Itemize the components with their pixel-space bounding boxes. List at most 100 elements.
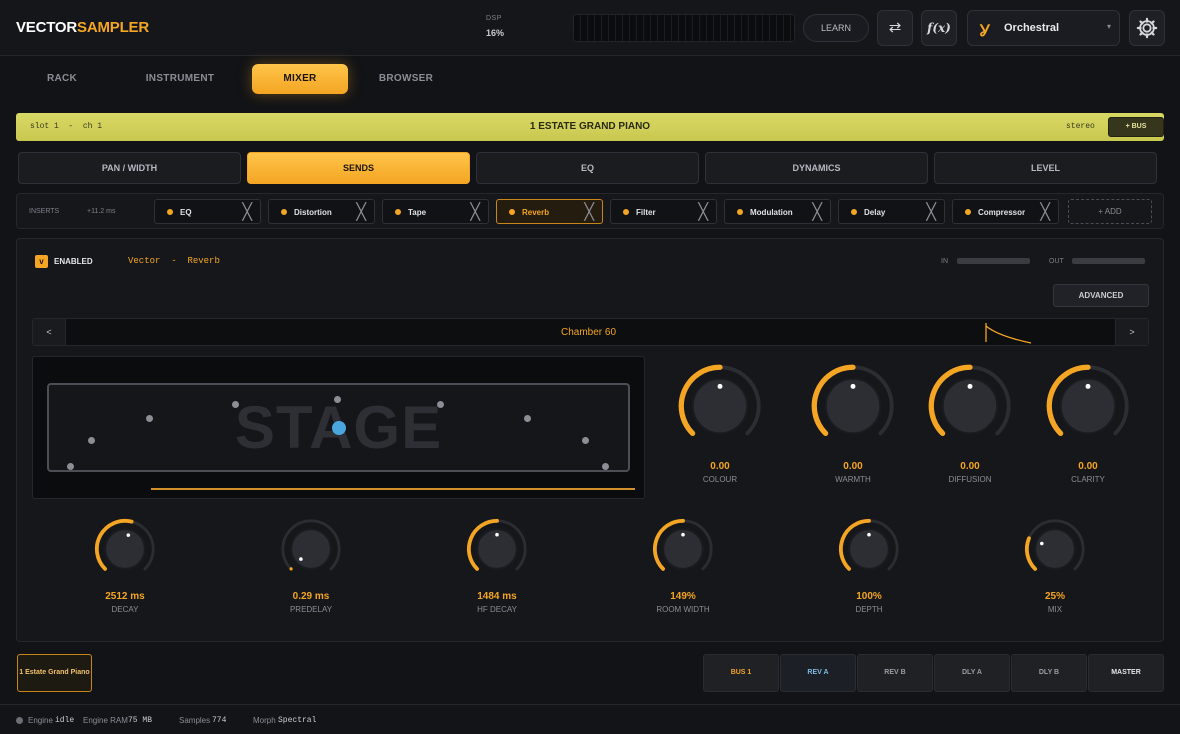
advanced-button[interactable]: ADVANCED xyxy=(1053,284,1149,307)
bus-button-rev-a[interactable]: REV A xyxy=(780,654,856,692)
bus-button-bus1[interactable]: BUS 1 xyxy=(703,654,779,692)
close-icon[interactable]: ╳ xyxy=(812,202,822,222)
close-icon[interactable]: ╳ xyxy=(242,202,252,222)
ram-label: Engine RAM xyxy=(83,716,128,725)
knob-dial[interactable] xyxy=(926,362,1014,450)
chevron-down-icon: ▾ xyxy=(1106,22,1111,31)
knob-dial[interactable] xyxy=(93,517,157,581)
knob-dial[interactable] xyxy=(1023,517,1087,581)
knob-indicator xyxy=(850,383,856,389)
insert-slot-reverb[interactable]: Reverb ╳ xyxy=(496,199,603,224)
add-insert-button[interactable]: + ADD xyxy=(1068,199,1152,224)
knob-value: 0.00 xyxy=(1078,461,1098,472)
knob-dial[interactable] xyxy=(279,517,343,581)
channel-chip[interactable]: 1 Estate Grand Piano xyxy=(17,654,92,692)
insert-label: Filter xyxy=(636,208,656,217)
dsp-label: DSP xyxy=(486,15,502,22)
insert-slot-delay[interactable]: Delay ╳ xyxy=(838,199,945,224)
subtab-eq[interactable]: EQ xyxy=(476,152,699,184)
fx-button[interactable]: f(x) xyxy=(921,10,957,46)
knob-colour[interactable]: 0.00 COLOUR xyxy=(676,362,764,488)
knob-dial[interactable] xyxy=(837,517,901,581)
knob-indicator xyxy=(1040,541,1044,546)
knob-dial[interactable] xyxy=(465,517,529,581)
status-dot xyxy=(167,209,173,215)
knob-hf-decay[interactable]: 1484 ms HF DECAY xyxy=(465,517,529,617)
speaker-dot xyxy=(334,396,341,403)
knob-mix[interactable]: 25% MIX xyxy=(1023,517,1087,617)
knob-label: DECAY xyxy=(111,605,139,614)
knob-dial[interactable] xyxy=(676,362,764,450)
bus-button-master[interactable]: MASTER xyxy=(1088,654,1164,692)
subtab-level[interactable]: LEVEL xyxy=(934,152,1157,184)
output-meter xyxy=(1072,258,1145,264)
speaker-dot xyxy=(88,437,95,444)
knob-label: PREDELAY xyxy=(289,605,333,614)
speaker-dot xyxy=(524,415,531,422)
enabled-checkbox[interactable]: v xyxy=(35,255,48,268)
input-meter xyxy=(957,258,1030,264)
learn-button[interactable]: LEARN xyxy=(803,14,869,42)
close-icon[interactable]: ╳ xyxy=(1040,202,1050,222)
subtab-pan-width[interactable]: PAN / WIDTH xyxy=(18,152,241,184)
knob-dial[interactable] xyxy=(1044,362,1132,450)
knob-value: 0.00 xyxy=(843,461,863,472)
insert-slot-compressor[interactable]: Compressor ╳ xyxy=(952,199,1059,224)
knob-depth[interactable]: 100% DEPTH xyxy=(837,517,901,617)
knob-predelay[interactable]: 0.29 ms PREDELAY xyxy=(279,517,343,617)
knob-clarity[interactable]: 0.00 CLARITY xyxy=(1044,362,1132,488)
close-icon[interactable]: ╳ xyxy=(356,202,366,222)
close-icon[interactable]: ╳ xyxy=(698,202,708,222)
preset-selector[interactable]: Ỿ Orchestral ▾ xyxy=(967,10,1120,46)
settings-button[interactable] xyxy=(1129,10,1165,46)
channel-mode: stereo xyxy=(1066,122,1095,131)
input-meter-label: IN xyxy=(941,258,948,265)
preset-next-button[interactable]: > xyxy=(1115,319,1148,345)
effect-sep: - xyxy=(171,256,177,266)
close-icon[interactable]: ╳ xyxy=(584,202,594,222)
knob-warmth[interactable]: 0.00 WARMTH xyxy=(809,362,897,488)
inserts-row: INSERTS +11.2 ms EQ ╳ Distortion ╳ Tape ╳ R… xyxy=(16,193,1164,229)
close-icon[interactable]: ╳ xyxy=(926,202,936,222)
inserts-label: INSERTS xyxy=(29,208,60,215)
knob-indicator xyxy=(681,532,685,537)
knob-value: 0.00 xyxy=(960,461,980,472)
insert-slot-tape[interactable]: Tape ╳ xyxy=(382,199,489,224)
knob-dial[interactable] xyxy=(809,362,897,450)
preset-prev-button[interactable]: < xyxy=(33,319,66,345)
tab-instrument[interactable]: INSTRUMENT xyxy=(130,64,230,94)
samples-label: Samples xyxy=(179,716,211,725)
bus-button-dly-b[interactable]: DLY B xyxy=(1011,654,1087,692)
subtab-dynamics[interactable]: DYNAMICS xyxy=(705,152,928,184)
tab-browser[interactable]: BROWSER xyxy=(366,64,446,94)
insert-slot-distortion[interactable]: Distortion ╳ xyxy=(268,199,375,224)
close-icon[interactable]: ╳ xyxy=(470,202,480,222)
knob-indicator xyxy=(967,383,973,389)
bus-button-rev-b[interactable]: REV B xyxy=(857,654,933,692)
knob-value-arc xyxy=(289,567,293,571)
knob-diffusion[interactable]: 0.00 DIFFUSION xyxy=(926,362,1014,488)
add-bus-button[interactable]: + BUS xyxy=(1108,117,1164,137)
preset-display[interactable]: Chamber 60 xyxy=(66,319,1115,345)
tab-mixer[interactable]: MIXER xyxy=(252,64,348,94)
effect-vendor: Vector xyxy=(128,256,161,266)
level-meter xyxy=(573,14,795,42)
knob-value: 25% xyxy=(1044,591,1065,602)
insert-slot-modulation[interactable]: Modulation ╳ xyxy=(724,199,831,224)
insert-label: Modulation xyxy=(750,208,793,217)
insert-slot-filter[interactable]: Filter ╳ xyxy=(610,199,717,224)
ram-value: 75 MB xyxy=(128,716,153,725)
knob-dial[interactable] xyxy=(651,517,715,581)
knob-room-width[interactable]: 149% ROOM WIDTH xyxy=(651,517,715,617)
insert-slot-eq[interactable]: EQ ╳ xyxy=(154,199,261,224)
knob-label: CLARITY xyxy=(1071,475,1105,484)
source-position-handle[interactable] xyxy=(332,421,346,435)
knob-indicator xyxy=(717,383,723,389)
bus-button-dly-a[interactable]: DLY A xyxy=(934,654,1010,692)
knob-decay[interactable]: 2512 ms DECAY xyxy=(93,517,157,617)
subtab-sends[interactable]: SENDS xyxy=(247,152,470,184)
inserts-latency: +11.2 ms xyxy=(87,208,116,215)
swap-button[interactable]: ⇄ xyxy=(877,10,913,46)
tab-rack[interactable]: RACK xyxy=(23,64,101,94)
speaker-dot xyxy=(602,463,609,470)
